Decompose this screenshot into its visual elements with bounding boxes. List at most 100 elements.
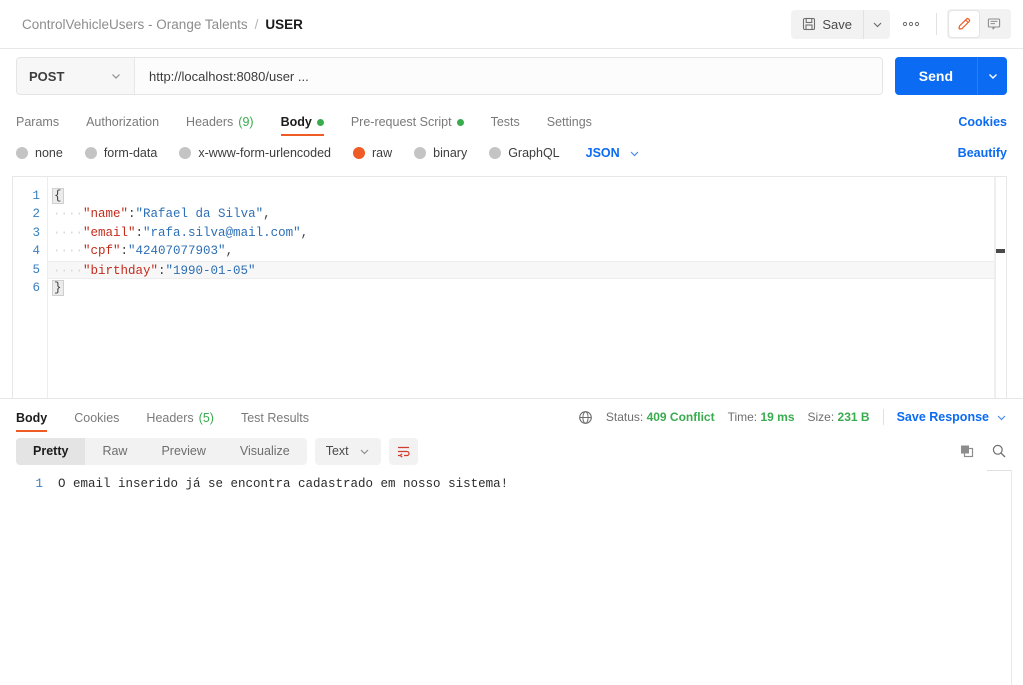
- tab-pre-request-script-label: Pre-request Script: [350, 115, 452, 129]
- tab-tests-label: Tests: [490, 115, 520, 129]
- view-mode-preview[interactable]: Preview: [144, 438, 222, 465]
- save-button[interactable]: Save: [791, 9, 864, 39]
- body-option-none-label: none: [35, 146, 63, 160]
- cookies-link[interactable]: Cookies: [958, 115, 1007, 136]
- save-response-button[interactable]: Save Response: [897, 410, 1007, 424]
- status-label: Status:: [605, 410, 644, 424]
- json-comma: ,: [263, 207, 271, 222]
- response-scrollbar[interactable]: [1012, 470, 1023, 685]
- line-number: 5: [32, 262, 40, 277]
- indent-guide: ····: [53, 244, 84, 259]
- radio-selected-icon: [353, 147, 365, 159]
- tab-headers[interactable]: Headers (9): [186, 115, 254, 136]
- response-meta: Status: 409 Conflict Time: 19 ms Size: 2…: [578, 409, 1007, 432]
- radio-icon: [84, 147, 97, 159]
- indent-guide: ····: [53, 225, 84, 240]
- line-number: 3: [32, 225, 40, 240]
- copy-button[interactable]: [959, 443, 975, 459]
- indent-guide: ····: [53, 207, 84, 222]
- chevron-down-icon: [360, 449, 369, 454]
- save-options-caret[interactable]: [864, 10, 890, 39]
- edit-mode-button[interactable]: [949, 11, 979, 37]
- tab-authorization[interactable]: Authorization: [86, 115, 159, 136]
- response-line-numbers: 1: [0, 470, 52, 685]
- line-number: 4: [32, 244, 40, 259]
- save-button-group: Save: [791, 9, 890, 39]
- tab-headers-count: (9): [238, 115, 254, 129]
- response-format-select[interactable]: Text: [314, 437, 381, 465]
- radio-icon: [16, 147, 28, 159]
- radio-icon: [179, 147, 192, 159]
- view-mode-visualize[interactable]: Visualize: [223, 438, 307, 465]
- tab-tests[interactable]: Tests: [491, 115, 520, 136]
- chevron-down-icon: [112, 74, 120, 79]
- body-option-x-www-form-urlencoded[interactable]: x-www-form-urlencoded: [179, 146, 331, 160]
- json-key: "birthday": [83, 263, 159, 278]
- response-body-viewer[interactable]: 1 O email inserido já se encontra cadast…: [0, 470, 1023, 685]
- size-value: 231 B: [837, 410, 870, 424]
- pencil-icon: [958, 17, 971, 30]
- search-button[interactable]: [991, 443, 1007, 459]
- json-close-brace: }: [52, 279, 64, 296]
- view-mode-raw[interactable]: Raw: [85, 438, 144, 465]
- response-format-label: Text: [325, 444, 349, 458]
- body-option-none[interactable]: none: [16, 146, 63, 160]
- response-tab-test-results-label: Test Results: [240, 411, 310, 425]
- radio-icon: [489, 147, 502, 159]
- send-button[interactable]: Send: [894, 57, 977, 95]
- comment-button[interactable]: [979, 11, 1009, 37]
- http-method-select[interactable]: POST: [17, 58, 135, 94]
- more-options-button[interactable]: [896, 10, 926, 39]
- tab-settings[interactable]: Settings: [547, 115, 592, 136]
- body-format-select[interactable]: JSON: [586, 146, 640, 160]
- response-tab-body[interactable]: Body: [16, 411, 48, 432]
- json-colon: :: [135, 225, 144, 240]
- search-icon: [992, 444, 1006, 458]
- request-body-editor[interactable]: 1 2 3 4 5 6 { ····"name":"Rafael da Silv…: [12, 176, 1007, 398]
- word-wrap-button[interactable]: [388, 437, 418, 465]
- save-response-label: Save Response: [896, 410, 989, 424]
- status-label-group: Status: 409 Conflict: [606, 410, 715, 424]
- editor-code-area[interactable]: { ····"name":"Rafael da Silva", ····"ema…: [47, 177, 1006, 398]
- body-format-label: JSON: [585, 146, 620, 160]
- response-tab-cookies[interactable]: Cookies: [74, 411, 119, 432]
- body-option-raw[interactable]: raw: [353, 146, 392, 160]
- body-option-form-data[interactable]: form-data: [84, 146, 157, 160]
- editor-scrollbar-thumb[interactable]: [996, 249, 1005, 253]
- header-actions: Save: [791, 9, 1011, 39]
- breadcrumb-collection[interactable]: ControlVehicleUsers - Orange Talents: [22, 17, 248, 32]
- tab-params[interactable]: Params: [16, 115, 59, 136]
- tab-pre-request-script[interactable]: Pre-request Script: [351, 115, 464, 136]
- response-tab-cookies-label: Cookies: [74, 411, 120, 425]
- save-button-label: Save: [822, 16, 852, 32]
- tab-body[interactable]: Body: [280, 115, 325, 136]
- send-button-group: Send: [894, 57, 1007, 95]
- editor-scrollbar[interactable]: [995, 177, 1006, 398]
- size-label: Size:: [807, 410, 835, 424]
- response-tab-headers[interactable]: Headers (5): [146, 411, 214, 432]
- code-line: ····"email":"rafa.silva@mail.com",: [48, 224, 1006, 242]
- json-comma: ,: [225, 244, 234, 259]
- send-options-caret[interactable]: [977, 57, 1007, 95]
- body-option-graphql[interactable]: GraphQL: [489, 146, 560, 160]
- response-tab-test-results[interactable]: Test Results: [241, 411, 309, 432]
- response-viewer-actions: [959, 443, 1007, 459]
- header-divider: [936, 13, 937, 35]
- tab-settings-label: Settings: [546, 115, 592, 129]
- breadcrumb-request-name[interactable]: USER: [265, 17, 303, 32]
- line-number: 1: [32, 189, 40, 203]
- body-option-binary-label: binary: [433, 146, 468, 160]
- view-mode-pretty[interactable]: Pretty: [16, 437, 86, 465]
- json-comma: ,: [300, 225, 309, 240]
- url-input[interactable]: http://localhost:8080/user ...: [135, 58, 882, 94]
- chevron-down-icon: [997, 415, 1006, 420]
- radio-icon: [414, 147, 427, 159]
- line-number: 6: [32, 280, 40, 295]
- editor-line-numbers: 1 2 3 4 5 6: [13, 177, 47, 398]
- chevron-down-icon: [988, 74, 997, 79]
- copy-icon: [961, 445, 974, 458]
- ellipsis-icon: [902, 21, 920, 27]
- beautify-link[interactable]: Beautify: [958, 146, 1007, 160]
- http-method-label: POST: [29, 68, 65, 84]
- body-option-binary[interactable]: binary: [414, 146, 467, 160]
